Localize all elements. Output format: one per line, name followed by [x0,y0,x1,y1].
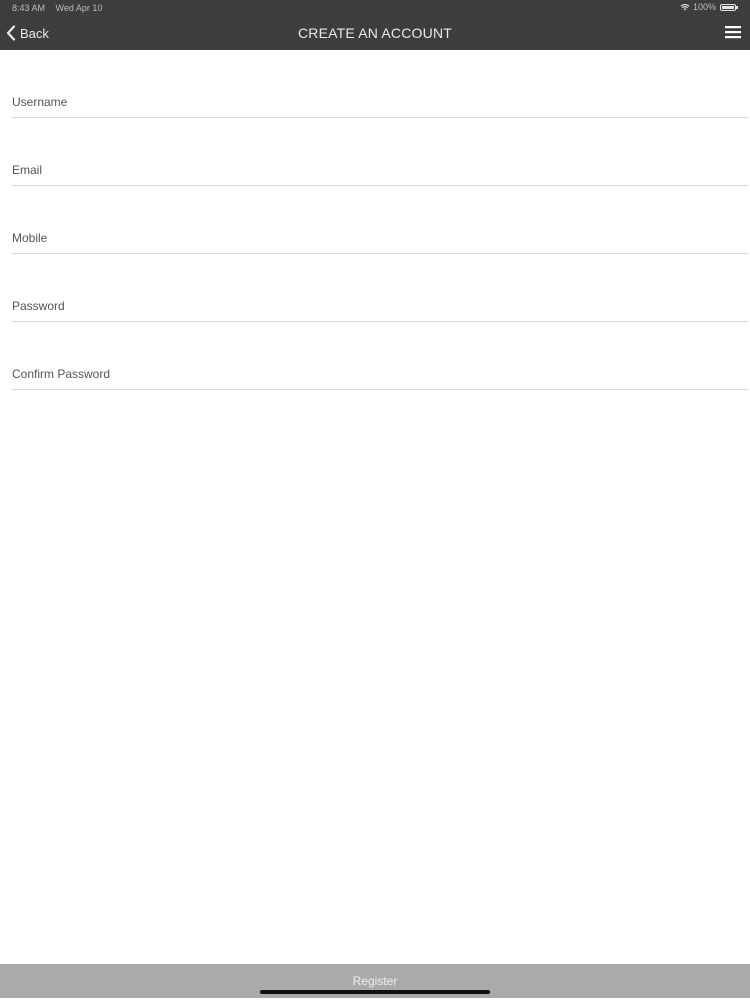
battery-percentage: 100% [692,2,716,12]
status-date: Wed Apr 10 [55,3,103,13]
password-field [12,254,748,322]
status-time: 8:43 AM [12,3,46,13]
status-left: 8:43 AM Wed Apr 10 [12,3,110,13]
username-field [12,50,748,118]
status-right: 100% [680,2,738,12]
create-account-form [0,50,750,390]
confirm-password-field [12,322,748,390]
confirm-password-input[interactable] [12,367,748,381]
hamburger-menu-button[interactable] [724,24,742,40]
status-bar: 8:43 AM Wed Apr 10 100% [0,0,750,16]
mobile-field [12,186,748,254]
email-field [12,118,748,186]
nav-bar: Back CREATE AN ACCOUNT [0,16,750,50]
username-input[interactable] [12,95,748,109]
mobile-input[interactable] [12,231,748,245]
home-indicator [260,990,490,994]
wifi-icon [680,4,690,11]
battery-icon [720,3,738,11]
email-input[interactable] [12,163,748,177]
hamburger-menu-icon [725,26,741,39]
page-title: CREATE AN ACCOUNT [297,25,453,41]
password-input[interactable] [12,299,748,313]
